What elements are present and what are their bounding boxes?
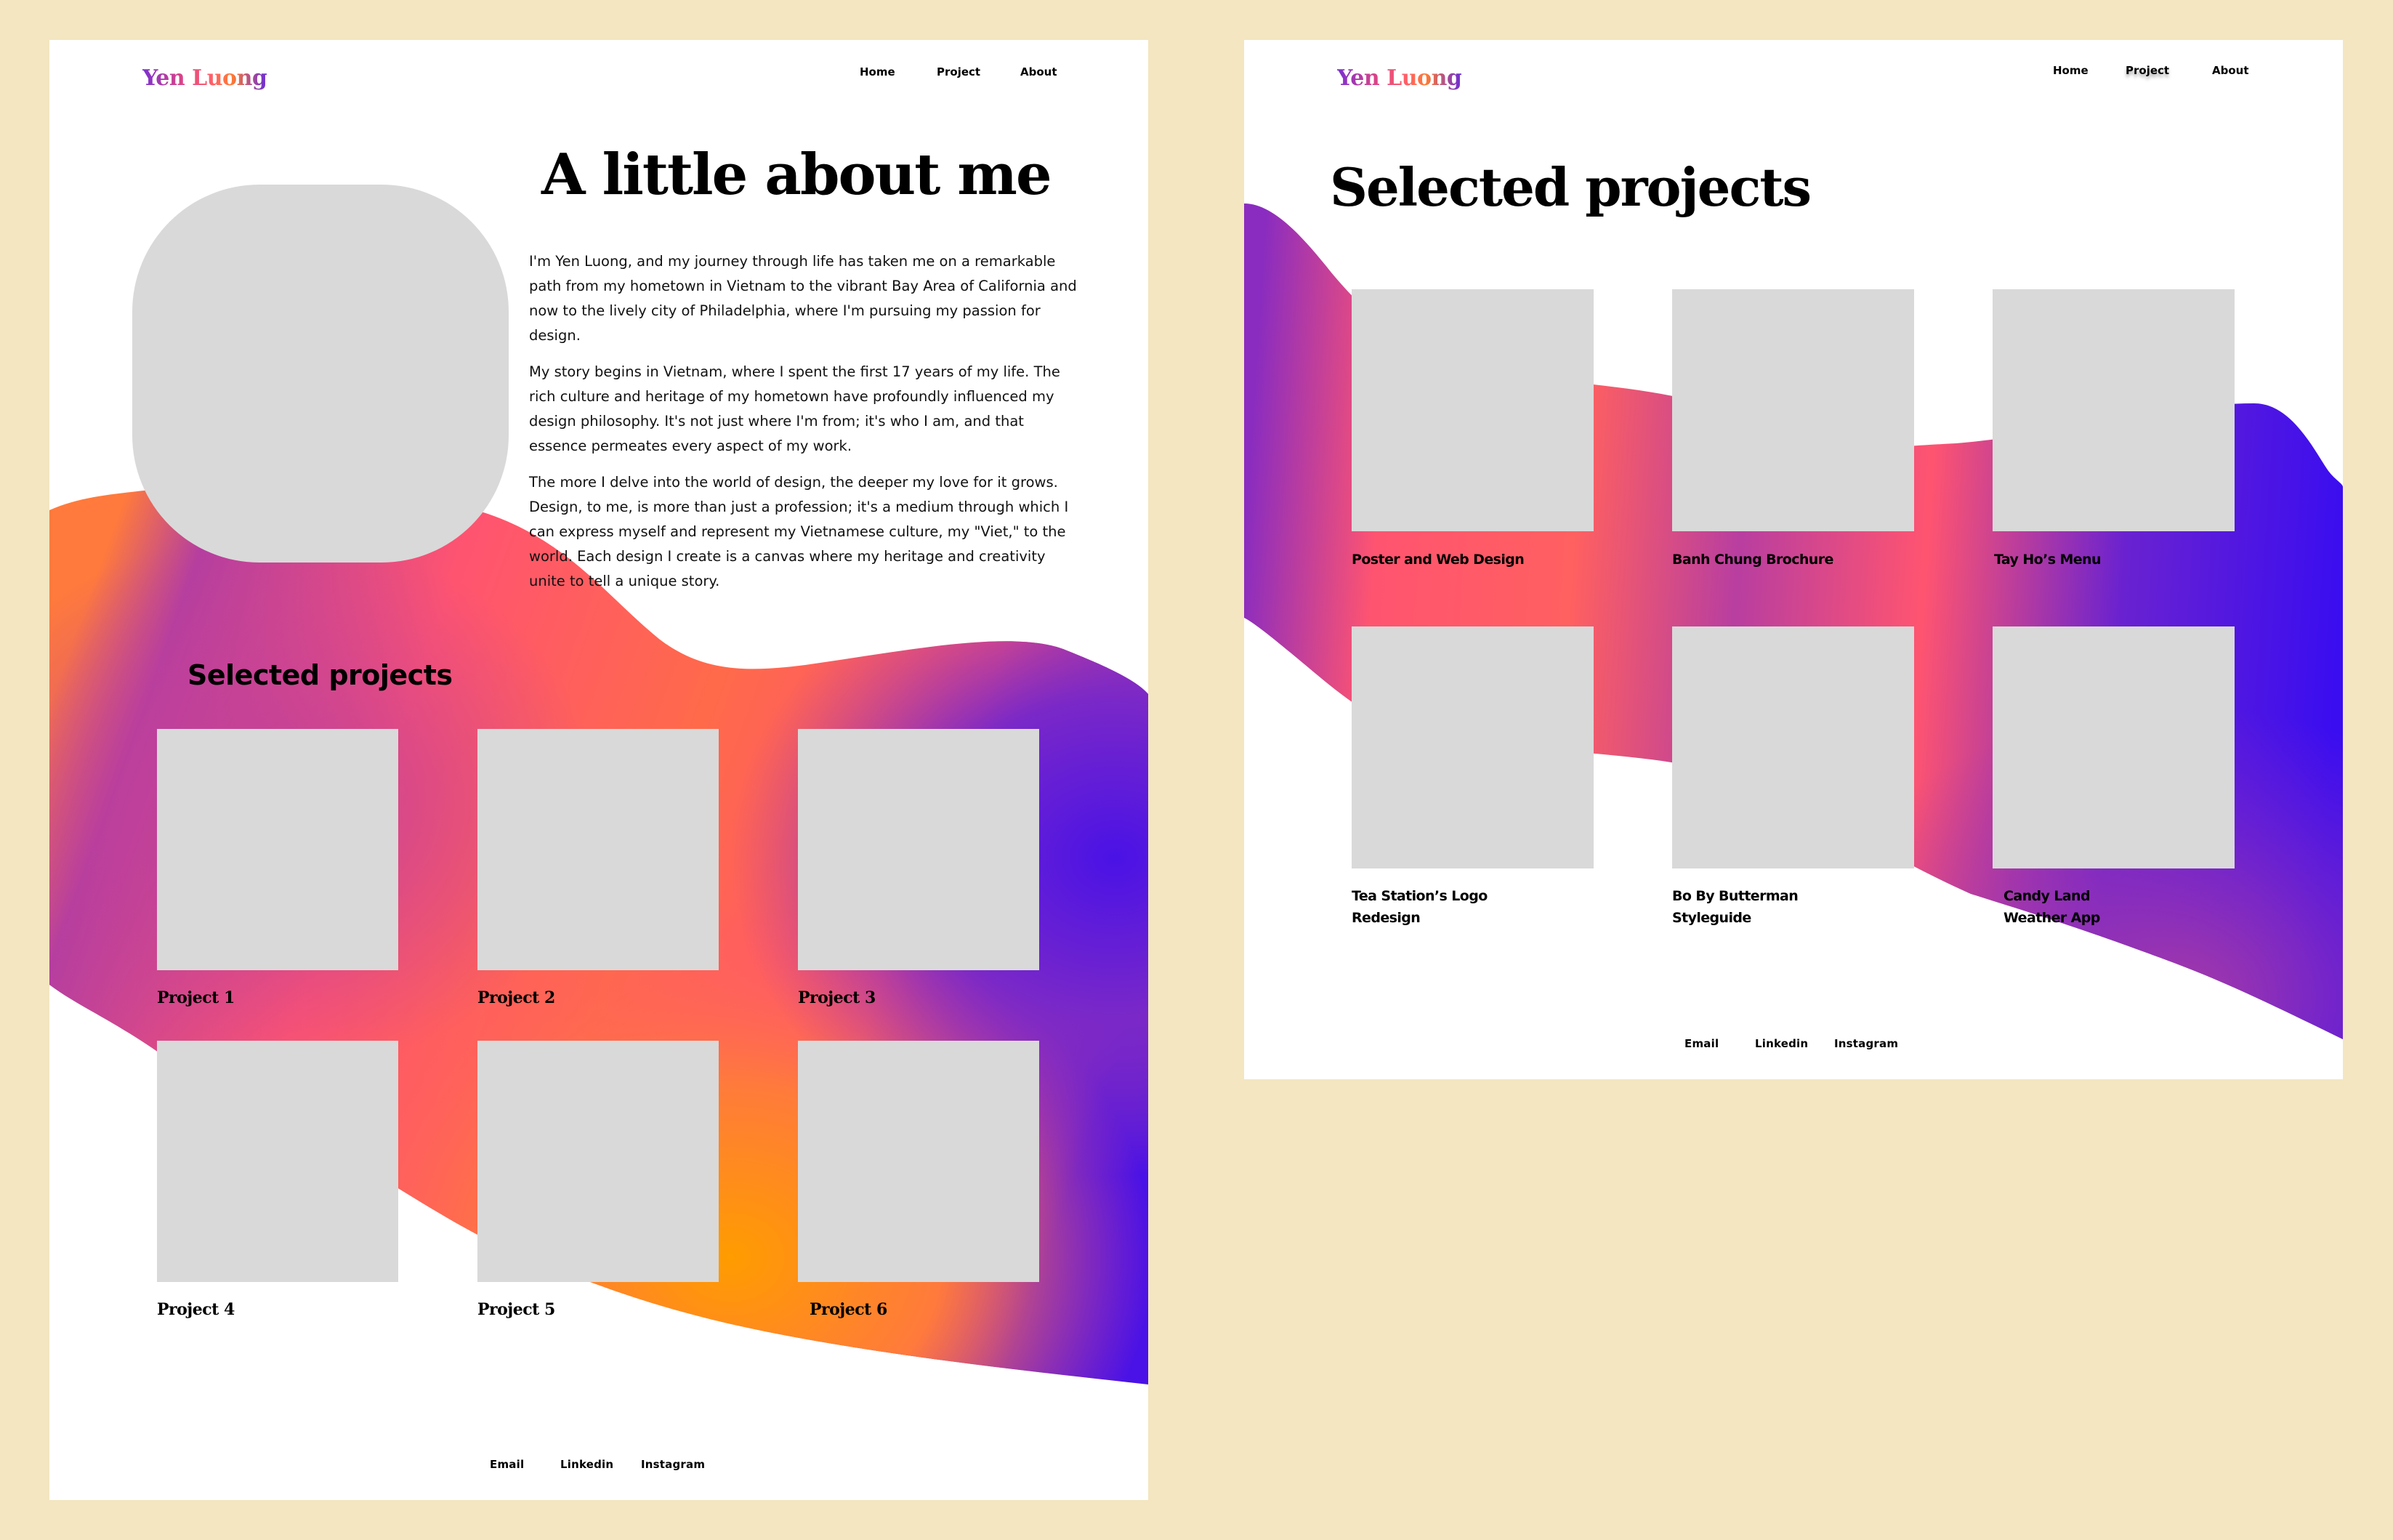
nav-home[interactable]: Home xyxy=(860,65,895,78)
project-thumbnail-6[interactable] xyxy=(1993,626,2235,868)
bio-text: I'm Yen Luong, and my journey through li… xyxy=(529,249,1081,605)
bio-paragraph: I'm Yen Luong, and my journey through li… xyxy=(529,253,1077,344)
logo[interactable]: Yen Luong xyxy=(1337,65,1462,91)
footer-linkedin-link[interactable]: Linkedin xyxy=(1755,1037,1808,1050)
logo[interactable]: Yen Luong xyxy=(142,65,267,91)
bio-paragraph: My story begins in Vietnam, where I spen… xyxy=(529,363,1060,454)
project-label-2[interactable]: Banh Chung Brochure xyxy=(1672,549,1905,571)
project-thumbnail-5[interactable] xyxy=(477,1041,719,1282)
project-label-5[interactable]: Project 5 xyxy=(477,1300,555,1319)
project-thumbnail-6[interactable] xyxy=(798,1041,1039,1282)
page-title: A little about me xyxy=(541,142,1052,208)
project-thumbnail-2[interactable] xyxy=(477,729,719,970)
bio-paragraph: The more I delve into the world of desig… xyxy=(529,474,1069,589)
project-label-1[interactable]: Project 1 xyxy=(157,988,235,1007)
project-thumbnail-3[interactable] xyxy=(1993,289,2235,531)
footer-email-link[interactable]: Email xyxy=(490,1458,524,1471)
project-label-5[interactable]: Bo By Butterman Styleguide xyxy=(1672,885,1817,929)
project-thumbnail-3[interactable] xyxy=(798,729,1039,970)
project-thumbnail-1[interactable] xyxy=(157,729,398,970)
footer-instagram-link[interactable]: Instagram xyxy=(1834,1037,1898,1050)
project-label-2[interactable]: Project 2 xyxy=(477,988,555,1007)
project-thumbnail-4[interactable] xyxy=(1352,626,1594,868)
footer-linkedin-link[interactable]: Linkedin xyxy=(560,1458,613,1471)
project-thumbnail-2[interactable] xyxy=(1672,289,1914,531)
project-thumbnail-4[interactable] xyxy=(157,1041,398,1282)
project-label-4[interactable]: Project 4 xyxy=(157,1300,235,1319)
nav-project[interactable]: Project xyxy=(2126,64,2169,77)
footer-instagram-link[interactable]: Instagram xyxy=(641,1458,705,1471)
project-label-3[interactable]: Tay Ho’s Menu xyxy=(1994,549,2227,571)
about-page-frame: Yen Luong Home Project About A little ab… xyxy=(49,40,1148,1500)
nav-about[interactable]: About xyxy=(2212,64,2249,77)
footer-email-link[interactable]: Email xyxy=(1684,1037,1719,1050)
project-label-6[interactable]: Project 6 xyxy=(810,1300,887,1319)
portrait-placeholder xyxy=(132,185,509,563)
section-title: Selected projects xyxy=(187,659,453,691)
project-label-6[interactable]: Candy Land Weather App xyxy=(2003,885,2127,929)
project-label-3[interactable]: Project 3 xyxy=(798,988,876,1007)
project-thumbnail-5[interactable] xyxy=(1672,626,1914,868)
project-thumbnail-1[interactable] xyxy=(1352,289,1594,531)
project-label-4[interactable]: Tea Station’s Logo Redesign xyxy=(1352,885,1541,929)
nav-project[interactable]: Project xyxy=(937,65,980,78)
project-label-1[interactable]: Poster and Web Design xyxy=(1352,549,1584,571)
nav-home[interactable]: Home xyxy=(2053,64,2089,77)
page-title: Selected projects xyxy=(1330,156,1812,218)
nav-about[interactable]: About xyxy=(1020,65,1057,78)
projects-page-frame: Yen Luong Home Project About Selected pr… xyxy=(1244,40,2343,1079)
